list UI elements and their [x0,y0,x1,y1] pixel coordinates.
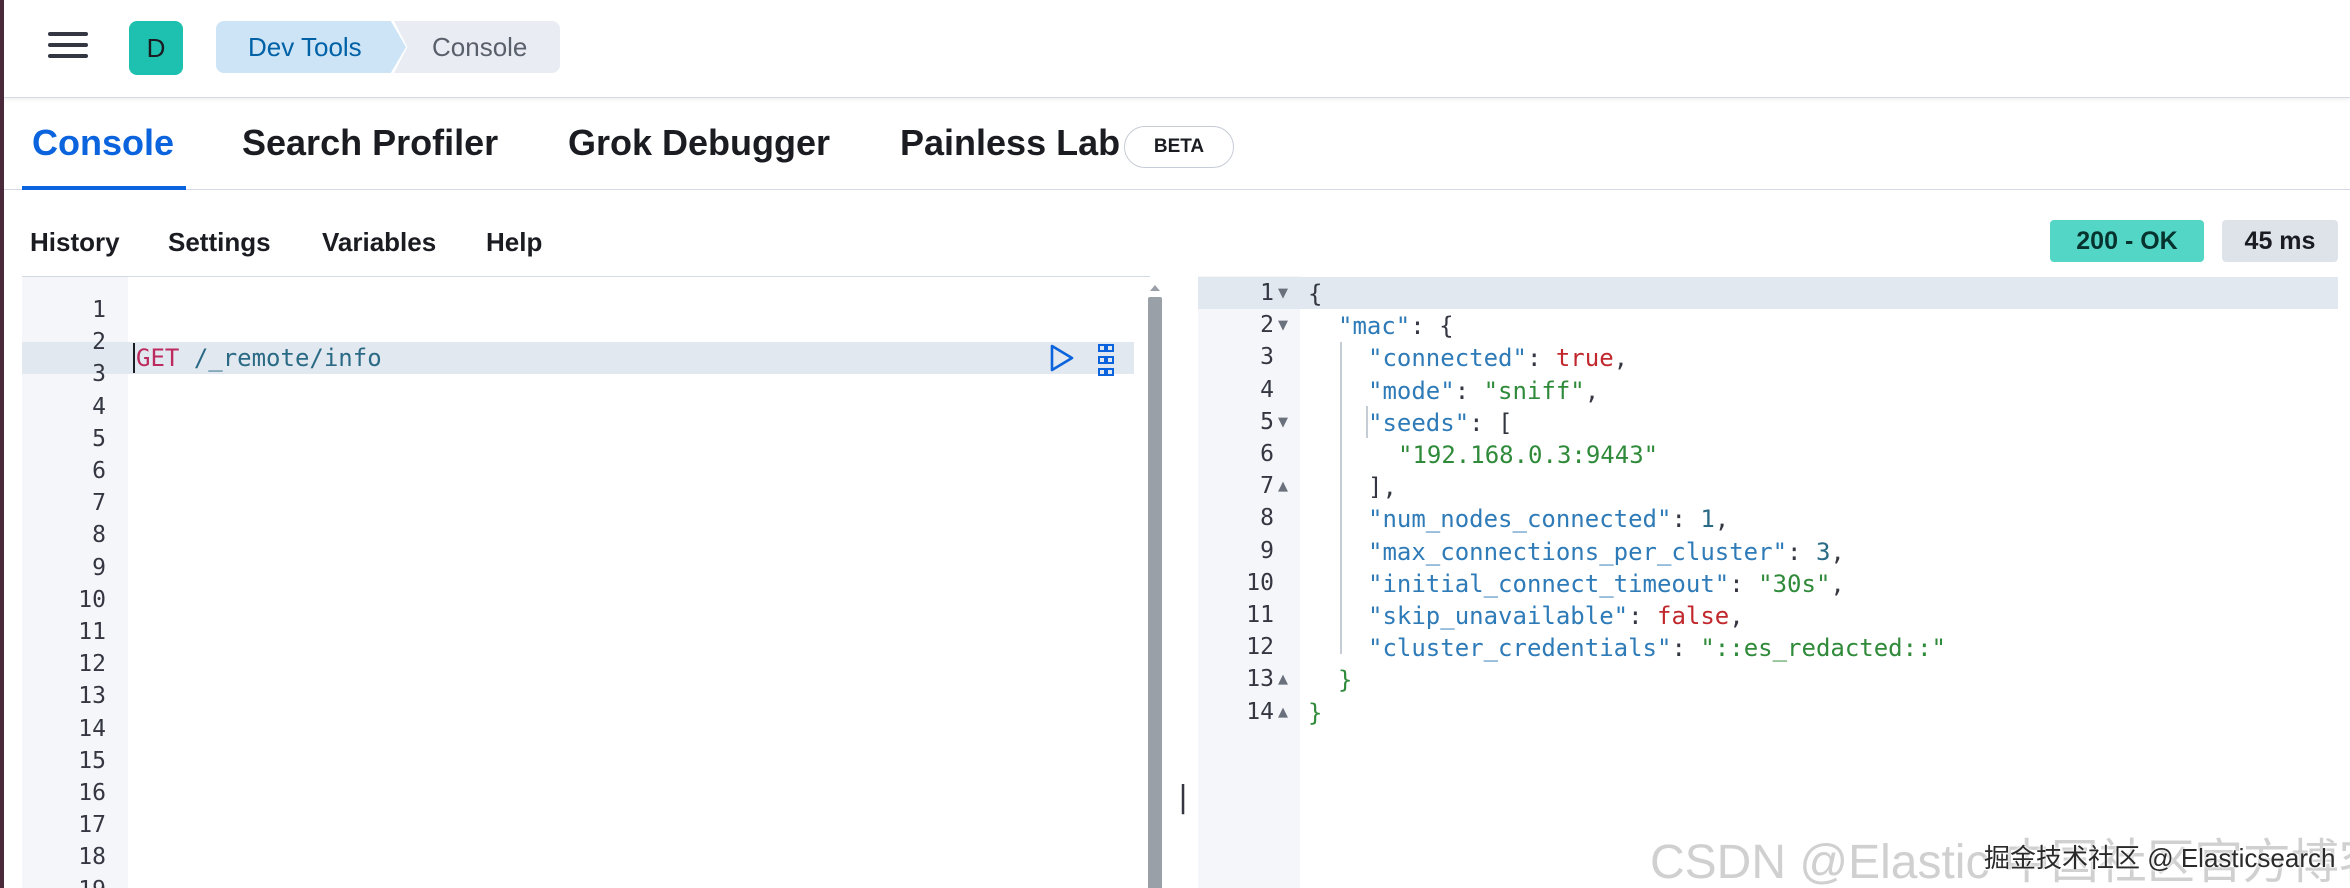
active-tab-indicator [22,186,186,190]
line-number: 2 [92,329,106,356]
line-number: 12 [78,651,106,678]
json-line: "connected": true, [1368,344,1629,373]
space-avatar[interactable]: D [129,21,183,75]
json-line: "cluster_credentials": "::es_redacted::" [1368,634,1946,663]
output-active-line [1198,277,2338,309]
help-button[interactable]: Help [486,227,542,258]
output-line-number: 2 [1260,312,1274,339]
fold-collapse-icon[interactable]: ▼ [1278,286,1288,301]
output-line-number: 1 [1260,280,1274,306]
output-line-number: 7 [1260,473,1274,500]
json-line: "mode": "sniff", [1368,376,1600,405]
line-number: 16 [78,780,106,806]
output-line-number: 11 [1246,602,1274,628]
output-line-number: 5 [1260,408,1274,435]
scroll-up-arrow[interactable] [1150,285,1160,291]
line-number: 10 [78,586,106,613]
line-number: 13 [78,683,106,710]
json-line: "initial_connect_timeout": "30s", [1368,569,1845,598]
request-method: GET [136,344,180,372]
json-line: ], [1368,473,1397,502]
request-line[interactable]: GET /_remote/info [136,344,382,372]
tab-grok-debugger[interactable]: Grok Debugger [568,122,830,164]
dev-tools-tabs: Console Search Profiler Grok Debugger Pa… [4,100,2350,190]
history-button[interactable]: History [30,227,120,258]
output-line-number: 4 [1260,376,1274,403]
play-icon[interactable] [1046,343,1076,373]
line-number: 14 [78,715,106,742]
breadcrumb-dev-tools[interactable]: Dev Tools [216,21,406,73]
fold-collapse-icon[interactable]: ▼ [1278,415,1288,430]
tab-console[interactable]: Console [32,122,174,164]
variables-button[interactable]: Variables [322,227,436,258]
json-line: } [1338,666,1353,695]
editor-scrollbar[interactable] [1148,297,1162,888]
line-number: 4 [92,393,106,420]
response-output[interactable]: 1 ▼ {2 ▼ "mac": { 3 "connected": true, 4 "mode":… [1198,276,2338,888]
status-badge: 200 - OK [2050,220,2204,262]
fold-expand-icon[interactable]: ▲ [1278,672,1288,687]
line-number: 1 [92,297,106,323]
json-line: "max_connections_per_cluster": 3, [1368,537,1845,566]
line-number: 15 [78,747,106,774]
line-number: 7 [92,490,106,517]
line-number: 18 [78,844,106,871]
fold-expand-icon[interactable]: ▲ [1278,479,1288,494]
json-line: } [1308,698,1323,727]
tab-search-profiler[interactable]: Search Profiler [242,122,498,164]
request-path: /_remote/info [193,344,382,372]
output-line-number: 14 [1246,698,1274,725]
json-line: "skip_unavailable": false, [1368,602,1744,630]
output-line-number: 10 [1246,569,1274,596]
fold-collapse-icon[interactable]: ▼ [1278,318,1288,333]
watermark-small: 掘金技术社区 @ Elasticsearch [1984,843,2336,873]
json-line: { [1308,280,1323,308]
text-cursor [133,343,135,373]
response-time-badge: 45 ms [2222,220,2338,262]
line-number: 3 [92,361,106,388]
menu-icon[interactable] [48,32,88,62]
output-line-number: 9 [1260,537,1274,564]
output-line-number: 8 [1260,505,1274,532]
line-number: 8 [92,522,106,549]
settings-button[interactable]: Settings [168,227,271,258]
output-line-number: 6 [1260,441,1274,467]
line-number: 6 [92,458,106,484]
output-line-number: 13 [1246,666,1274,693]
request-editor[interactable]: 12345678910111213141516171819 GET /_remo… [22,276,1162,888]
indent-guide [1340,342,1342,654]
top-header: D Dev Tools Console [4,0,2350,98]
line-number: 5 [92,425,106,452]
json-line: "mac": { [1338,312,1454,341]
indent-guide [1366,406,1368,438]
json-line: "192.168.0.3:9443" [1398,441,1659,469]
actions-menu-icon[interactable] [1096,343,1116,377]
beta-badge: BETA [1124,126,1234,168]
fold-expand-icon[interactable]: ▲ [1278,705,1288,720]
breadcrumb-console: Console [394,21,560,73]
json-line: "seeds": [ [1368,408,1513,437]
line-number: 19 [26,877,106,888]
line-number: 9 [92,554,106,581]
tab-painless-lab[interactable]: Painless Lab [900,122,1120,164]
output-line-number: 12 [1246,634,1274,661]
line-number: 11 [78,619,106,645]
output-line-number: 3 [1260,344,1274,371]
json-line: "num_nodes_connected": 1, [1368,505,1730,534]
line-number: 17 [78,812,106,839]
